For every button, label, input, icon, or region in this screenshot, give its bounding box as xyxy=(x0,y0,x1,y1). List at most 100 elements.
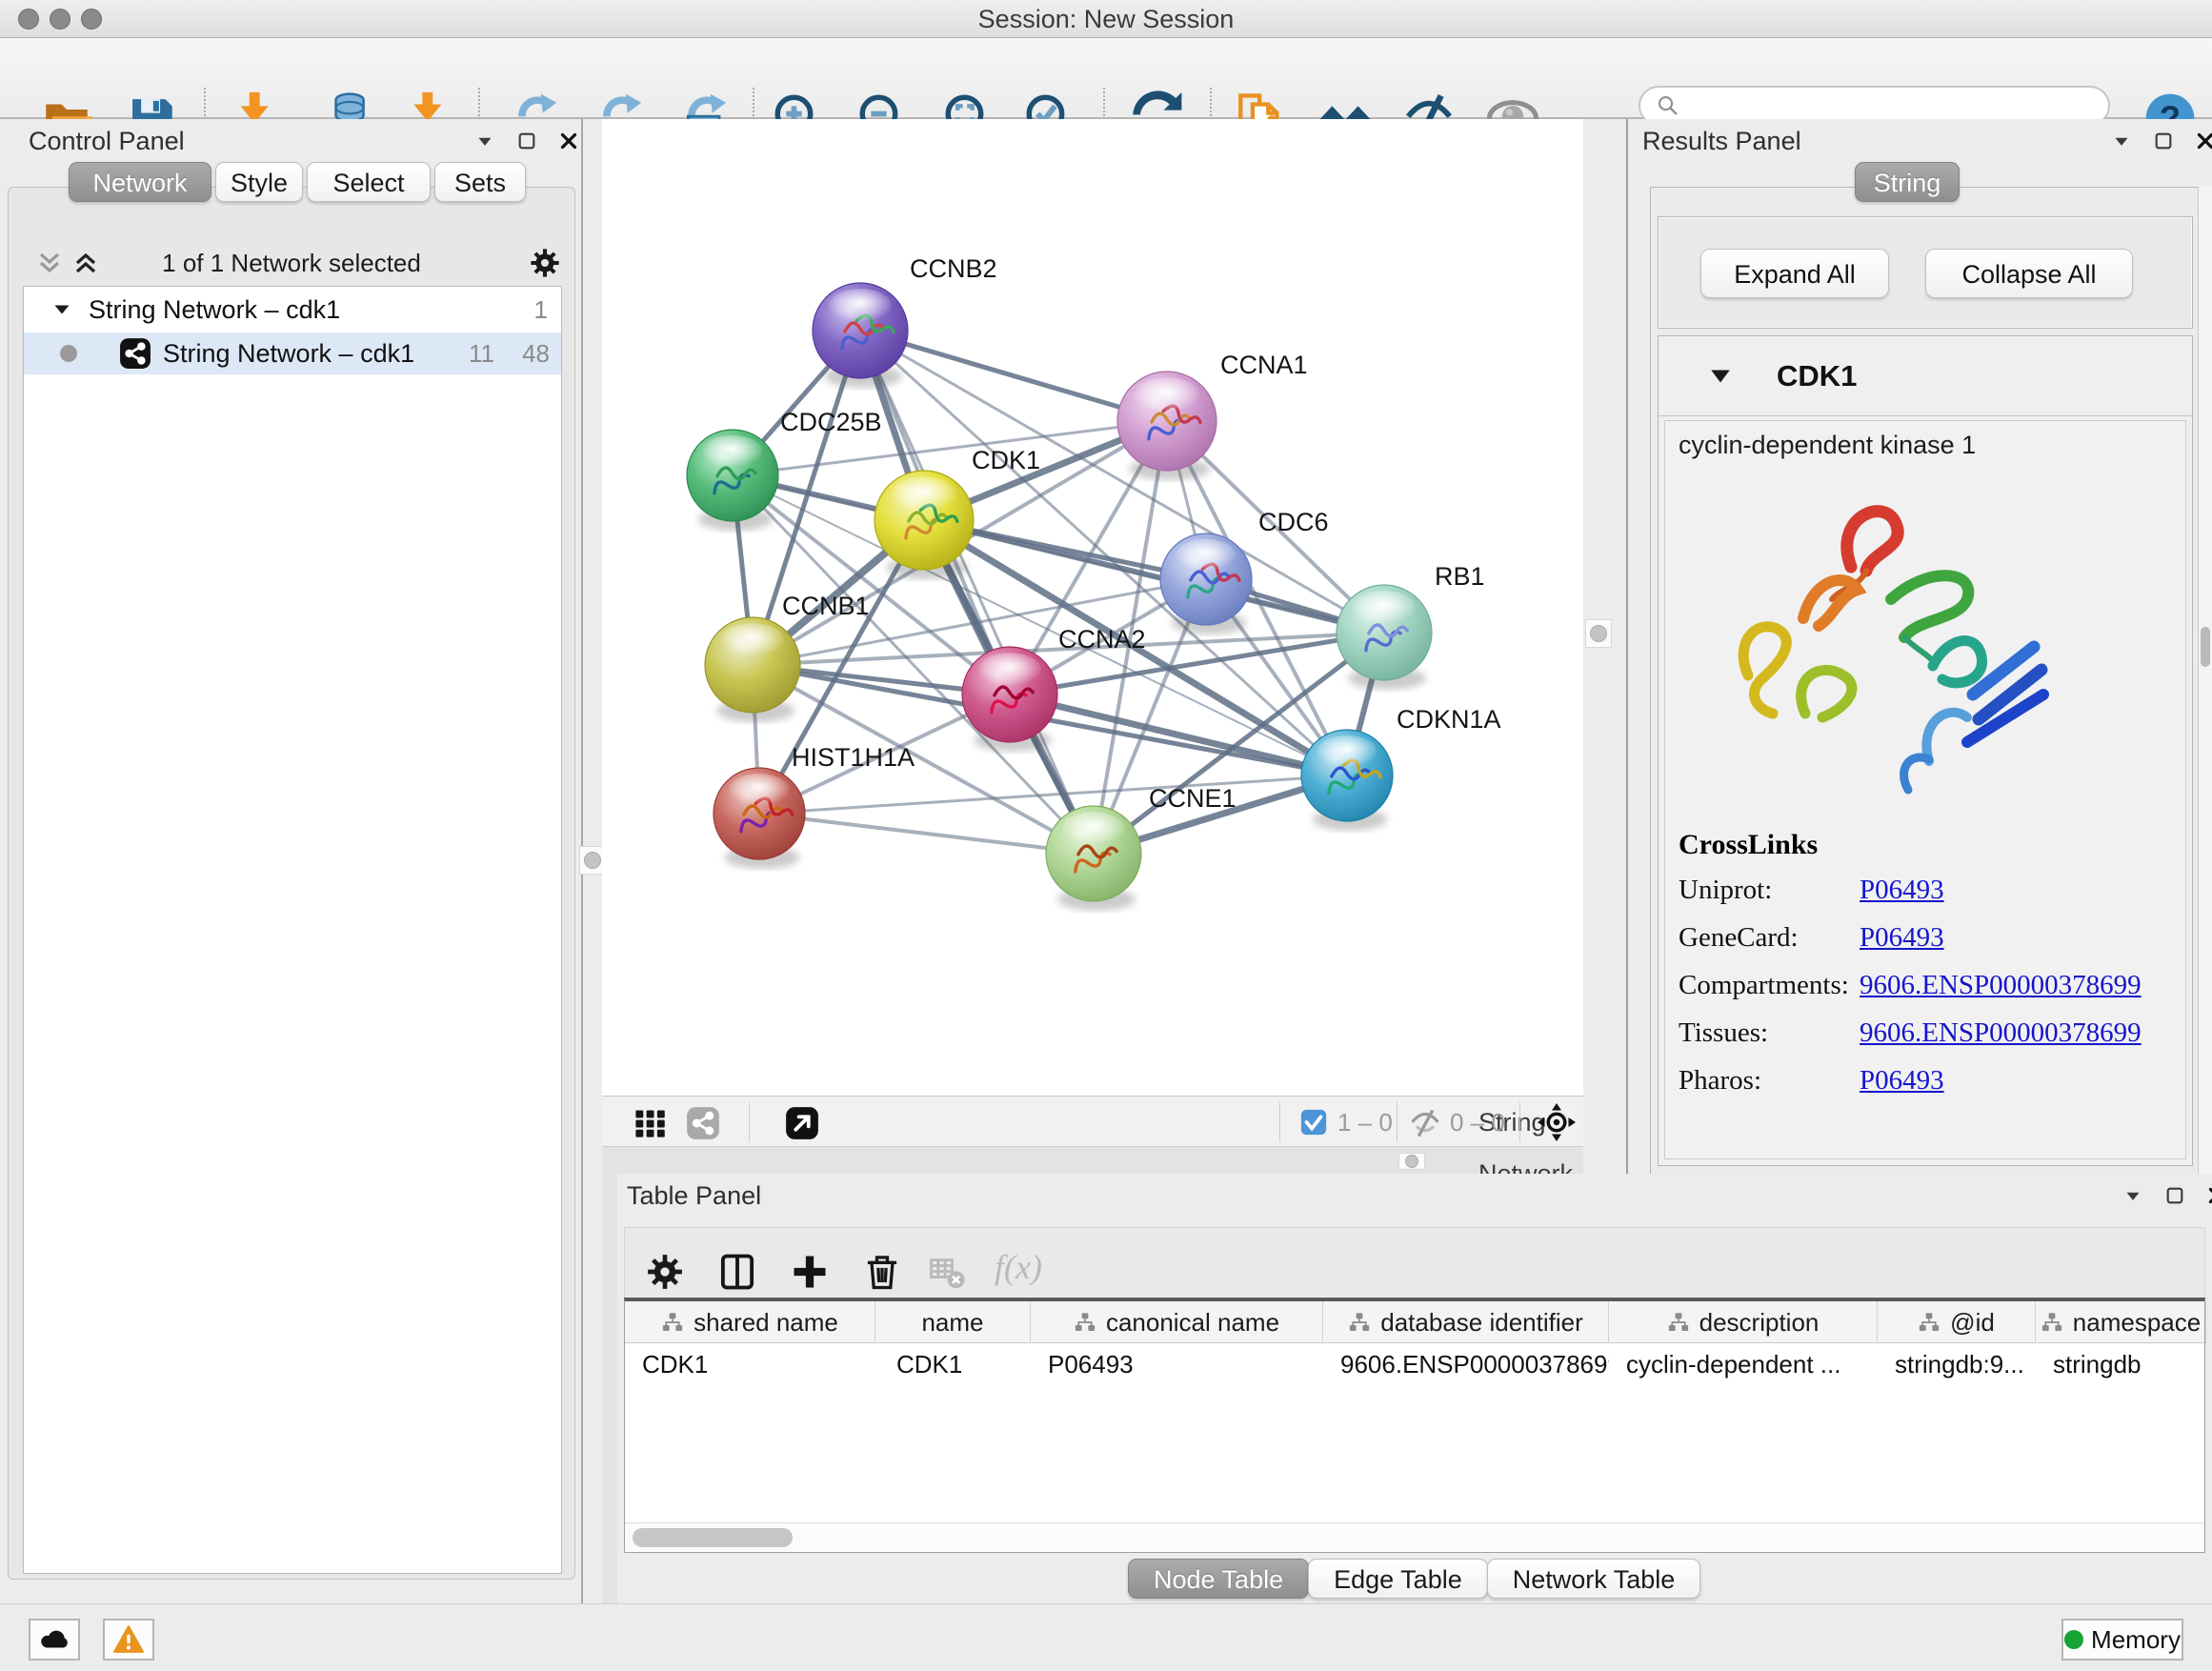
memory-button[interactable]: Memory xyxy=(2061,1619,2183,1661)
create-column-button[interactable] xyxy=(789,1251,831,1293)
panel-float-icon[interactable] xyxy=(2151,129,2176,153)
node-CCNE1[interactable] xyxy=(1046,806,1141,911)
table-cell[interactable]: 9606.ENSP00000378699 xyxy=(1323,1343,1609,1385)
selected-checkbox-icon[interactable] xyxy=(1299,1108,1328,1137)
edge-CCNE1-HIST1H1A[interactable] xyxy=(759,814,1094,854)
network-canvas[interactable]: CCNB2CCNA1CDC25BCDK1CDC6RB1CCNB1CCNA2CDK… xyxy=(602,119,1583,1096)
node-CCNA1[interactable] xyxy=(1117,372,1217,480)
node-CDC25B[interactable] xyxy=(687,430,778,531)
node-HIST1H1A[interactable] xyxy=(714,768,805,869)
column-header-description[interactable]: description xyxy=(1609,1301,1878,1343)
column-header--id[interactable]: @id xyxy=(1878,1301,2036,1343)
node-CCNA2[interactable] xyxy=(962,647,1057,752)
left-splitter[interactable] xyxy=(581,119,602,1612)
panel-collapse-icon[interactable] xyxy=(2121,1183,2145,1208)
panel-float-icon[interactable] xyxy=(2162,1183,2187,1208)
tab-node-table[interactable]: Node Table xyxy=(1128,1559,1309,1599)
toggle-columns-button[interactable] xyxy=(716,1251,758,1293)
column-type-icon xyxy=(1348,1311,1371,1334)
horizontal-splitter-handle[interactable] xyxy=(1398,1153,1425,1170)
tab-edge-table[interactable]: Edge Table xyxy=(1308,1559,1488,1599)
status-bar: Memory xyxy=(0,1603,2212,1671)
function-builder-button[interactable]: f(x) xyxy=(995,1247,1042,1287)
crosslink-row: Pharos:P06493 xyxy=(1679,1065,2174,1097)
network-list: String Network – cdk1 1 String Network –… xyxy=(23,286,562,1574)
node-CDC6[interactable] xyxy=(1160,534,1252,634)
cloud-button[interactable] xyxy=(29,1619,80,1661)
tab-style[interactable]: Style xyxy=(215,162,303,202)
selection-status: 1 of 1 Network selected xyxy=(8,240,575,286)
crosslink-link[interactable]: 9606.ENSP00000378699 xyxy=(1860,1017,2142,1049)
memory-label: Memory xyxy=(2091,1625,2181,1655)
tab-string[interactable]: String xyxy=(1855,162,1960,202)
column-header-database-identifier[interactable]: database identifier xyxy=(1323,1301,1609,1343)
node-CCNB1[interactable] xyxy=(705,617,800,722)
tab-sets[interactable]: Sets xyxy=(434,162,526,202)
panel-close-icon[interactable] xyxy=(2204,1183,2212,1208)
table-cell[interactable]: P06493 xyxy=(1031,1343,1323,1385)
table-row[interactable]: CDK1CDK1P064939606.ENSP00000378699cyclin… xyxy=(625,1343,2204,1385)
network-row-selected[interactable]: String Network – cdk1 11 48 xyxy=(24,332,561,374)
network-collection-row[interactable]: String Network – cdk1 1 xyxy=(24,289,561,331)
section-expander-icon[interactable] xyxy=(1708,367,1733,386)
warnings-button[interactable] xyxy=(103,1619,154,1661)
table-cell[interactable]: CDK1 xyxy=(875,1343,1031,1385)
panel-close-icon[interactable] xyxy=(556,129,581,153)
gene-section-header[interactable]: CDK1 xyxy=(1659,336,2192,416)
tab-select[interactable]: Select xyxy=(307,162,431,202)
string-badge-icon[interactable] xyxy=(686,1106,720,1140)
tab-network-table[interactable]: Network Table xyxy=(1487,1559,1701,1599)
tree-expander-icon[interactable] xyxy=(50,298,73,321)
node-RB1[interactable] xyxy=(1337,585,1432,690)
crosslink-link[interactable]: 9606.ENSP00000378699 xyxy=(1860,970,2142,1001)
table-panel-title: Table Panel xyxy=(627,1181,761,1211)
table-cell[interactable]: CDK1 xyxy=(625,1343,875,1385)
column-type-icon xyxy=(1667,1311,1690,1334)
table-options-icon xyxy=(644,1251,686,1293)
create-column-icon xyxy=(789,1251,831,1293)
crosslink-link[interactable]: P06493 xyxy=(1860,875,1944,906)
column-header-namespace[interactable]: namespace xyxy=(2036,1301,2206,1343)
center-view-icon[interactable] xyxy=(1538,1103,1576,1141)
right-splitter-handle[interactable] xyxy=(1585,619,1612,648)
column-header-name[interactable]: name xyxy=(875,1301,1031,1343)
collapse-all-button[interactable]: Collapse All xyxy=(1925,249,2133,298)
results-scrollbar[interactable] xyxy=(2198,187,2212,1176)
panel-collapse-icon[interactable] xyxy=(2109,129,2134,153)
table-cell[interactable]: stringdb:9... xyxy=(1878,1343,2036,1385)
table-options-button[interactable] xyxy=(644,1251,686,1293)
collection-count: 1 xyxy=(534,295,548,325)
panel-close-icon[interactable] xyxy=(2193,129,2212,153)
table-hscrollbar[interactable] xyxy=(625,1522,2204,1551)
table-cell[interactable]: stringdb xyxy=(2036,1343,2206,1385)
panel-float-icon[interactable] xyxy=(514,129,539,153)
node-CCNB2[interactable] xyxy=(813,283,908,388)
crosslink-link[interactable]: P06493 xyxy=(1860,1065,1944,1097)
tab-network[interactable]: Network xyxy=(69,162,211,202)
column-header-canonical-name[interactable]: canonical name xyxy=(1031,1301,1323,1343)
column-header-shared-name[interactable]: shared name xyxy=(625,1301,875,1343)
expand-all-button[interactable]: Expand All xyxy=(1700,249,1889,298)
table-panel: Table Panel f(x) shared namenamecanonica… xyxy=(617,1174,2212,1612)
network-options-gear-icon[interactable] xyxy=(528,246,562,280)
edge-CCNB2-CCNE1[interactable] xyxy=(860,331,1094,854)
grid-view-icon[interactable] xyxy=(633,1106,667,1140)
node-label-CCNE1: CCNE1 xyxy=(1149,784,1237,813)
open-view-icon[interactable] xyxy=(785,1106,819,1140)
crosslink-row: Compartments:9606.ENSP00000378699 xyxy=(1679,970,2174,1001)
table-cell[interactable]: cyclin-dependent ... xyxy=(1609,1343,1878,1385)
delete-columns-button[interactable] xyxy=(861,1251,903,1293)
results-scrollbar-thumb[interactable] xyxy=(2201,627,2210,667)
memory-status-dot xyxy=(2064,1630,2083,1649)
table-hscrollbar-thumb[interactable] xyxy=(633,1528,793,1547)
node-CDKN1A[interactable] xyxy=(1301,730,1393,831)
network-label: String Network – cdk1 xyxy=(163,339,414,369)
gene-description: cyclin-dependent kinase 1 xyxy=(1679,431,1976,460)
node-CDK1[interactable] xyxy=(875,471,974,579)
panel-collapse-icon[interactable] xyxy=(473,129,497,153)
delete-table-button xyxy=(926,1251,968,1293)
search-input[interactable] xyxy=(1688,92,2088,119)
node-label-CDK1: CDK1 xyxy=(972,446,1040,474)
crosslink-link[interactable]: P06493 xyxy=(1860,922,1944,954)
crosslink-label: Pharos: xyxy=(1679,1065,1860,1097)
